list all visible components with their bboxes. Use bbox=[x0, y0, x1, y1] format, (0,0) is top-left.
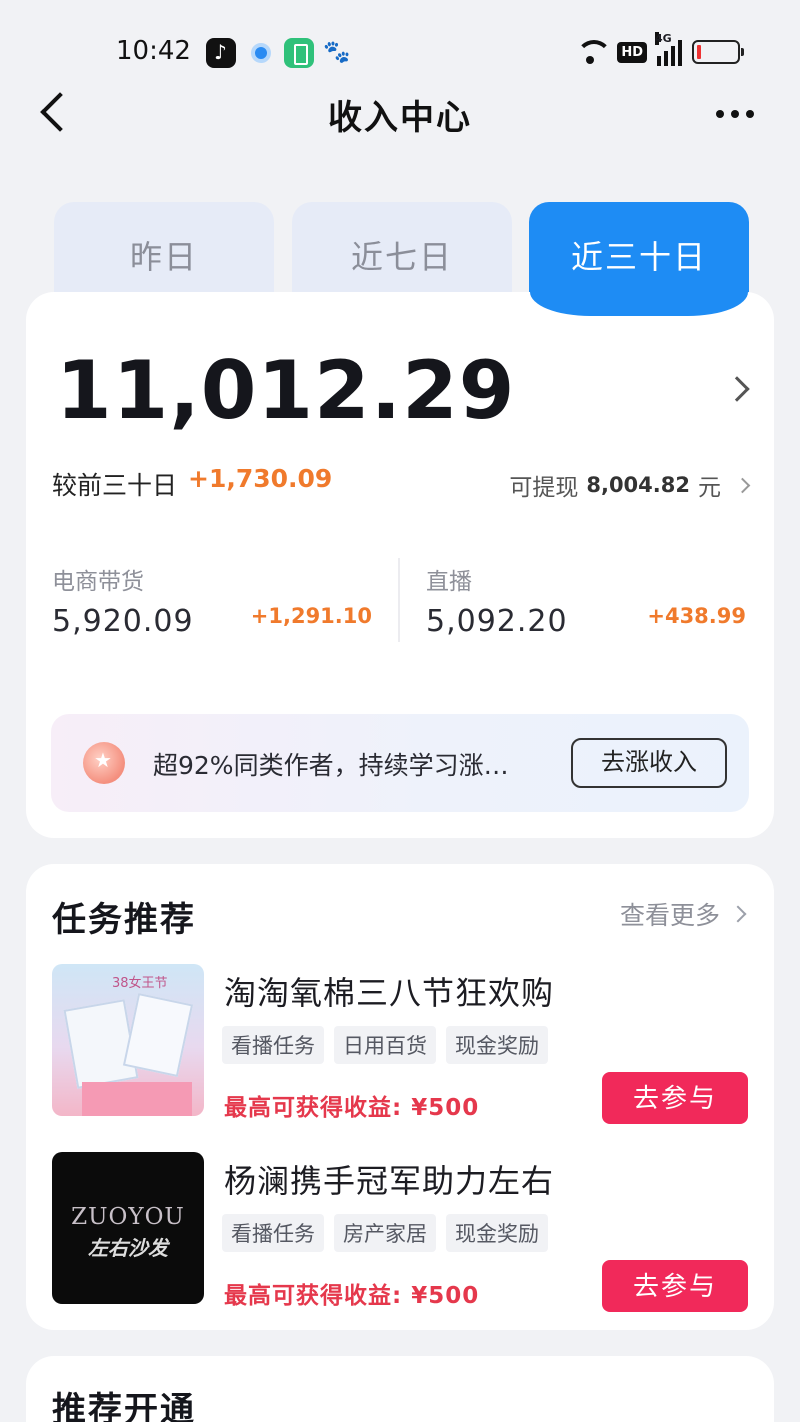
divider bbox=[398, 558, 400, 642]
section-title: 推荐开通 bbox=[52, 1390, 196, 1422]
more-dot-icon bbox=[746, 110, 754, 118]
task-title: 淘淘氧棉三八节狂欢购 bbox=[224, 974, 555, 1012]
task-thumbnail: ZUOYOU 左右沙发 bbox=[52, 1152, 204, 1304]
stat-ecommerce[interactable]: 电商带货 5,920.09 +1,291.10 bbox=[52, 562, 372, 639]
baidu-icon: 🐾 bbox=[323, 40, 351, 65]
dot-app-icon bbox=[246, 38, 276, 68]
total-earnings[interactable]: 11,012.29 bbox=[56, 344, 515, 437]
earnings-card: 11,012.29 较前三十日 +1,730.09 可提现 8,004.82 元… bbox=[26, 292, 774, 838]
chevron-right-icon bbox=[734, 477, 751, 493]
status-bar: 10:42 🐾 HD 4G bbox=[0, 0, 800, 80]
more-dot-icon bbox=[731, 110, 739, 118]
task-tag: 看播任务 bbox=[222, 1214, 324, 1252]
section-title: 任务推荐 bbox=[52, 900, 196, 940]
see-more-label: 查看更多 bbox=[619, 901, 720, 930]
wifi-icon bbox=[573, 38, 613, 66]
task-reward: 最高可获得收益: ¥500 bbox=[224, 1095, 480, 1121]
join-button[interactable]: 去参与 bbox=[602, 1260, 748, 1312]
promo-text: 超92%同类作者，持续学习涨… bbox=[153, 751, 509, 780]
tab-thirty-days-label: 近三十日 bbox=[570, 238, 707, 276]
hd-icon: HD bbox=[617, 41, 647, 63]
more-dot-icon bbox=[716, 110, 724, 118]
status-time: 10:42 bbox=[116, 36, 191, 66]
tab-active-connector bbox=[530, 292, 748, 316]
task-recommend-card: 任务推荐 查看更多 38女王节 淘淘氧棉三八节狂欢购 看播任务 日用百货 现金奖… bbox=[26, 864, 774, 1330]
see-more-link[interactable]: 查看更多 bbox=[619, 896, 747, 932]
medal-icon bbox=[83, 742, 125, 784]
task-reward: 最高可获得收益: ¥500 bbox=[224, 1283, 480, 1309]
withdraw-label: 可提现 bbox=[509, 475, 579, 501]
recommend-open-card: 推荐开通 bbox=[26, 1356, 774, 1422]
stat-label: 直播 bbox=[426, 569, 472, 595]
signal-4g-icon: 4G bbox=[655, 32, 682, 66]
thumb-brand: ZUOYOU bbox=[71, 1204, 185, 1230]
battery-icon bbox=[692, 40, 744, 64]
battery-app-icon bbox=[284, 38, 314, 68]
stat-label: 电商带货 bbox=[52, 569, 144, 595]
join-button[interactable]: 去参与 bbox=[602, 1072, 748, 1124]
chevron-right-icon bbox=[729, 905, 747, 923]
task-tags: 看播任务 日用百货 现金奖励 bbox=[222, 1026, 548, 1064]
tab-yesterday[interactable]: 昨日 bbox=[54, 202, 274, 302]
task-thumbnail: 38女王节 bbox=[52, 964, 204, 1116]
thumb-tag: 38女王节 bbox=[112, 976, 168, 991]
task-tag: 日用百货 bbox=[334, 1026, 436, 1064]
task-tag: 看播任务 bbox=[222, 1026, 324, 1064]
compare-label: 较前三十日 bbox=[52, 471, 178, 500]
compare-value: +1,730.09 bbox=[188, 464, 333, 493]
page-title: 收入中心 bbox=[328, 98, 472, 138]
task-tag: 现金奖励 bbox=[446, 1026, 548, 1064]
boost-income-button[interactable]: 去涨收入 bbox=[571, 738, 727, 788]
more-button[interactable] bbox=[716, 100, 764, 128]
task-item[interactable]: ZUOYOU 左右沙发 杨澜携手冠军助力左右 看播任务 房产家居 现金奖励 最高… bbox=[52, 1152, 748, 1312]
thumb-brand-cn: 左右沙发 bbox=[88, 1236, 168, 1260]
tab-seven-days[interactable]: 近七日 bbox=[292, 202, 512, 302]
chevron-right-icon[interactable] bbox=[724, 376, 750, 402]
task-tag: 房产家居 bbox=[334, 1214, 436, 1252]
withdraw-unit: 元 bbox=[698, 475, 721, 501]
stat-change: +438.99 bbox=[647, 604, 746, 628]
withdraw-amount: 8,004.82 bbox=[586, 473, 690, 497]
promo-banner[interactable]: 超92%同类作者，持续学习涨… 去涨收入 bbox=[51, 714, 749, 812]
tiktok-icon bbox=[206, 38, 236, 68]
stat-change: +1,291.10 bbox=[250, 604, 372, 628]
gift-box bbox=[82, 1082, 192, 1116]
task-title: 杨澜携手冠军助力左右 bbox=[224, 1162, 555, 1200]
withdrawable-link[interactable]: 可提现 8,004.82 元 bbox=[509, 468, 751, 502]
network-label: 4G bbox=[655, 32, 672, 45]
task-tag: 现金奖励 bbox=[446, 1214, 548, 1252]
stat-live[interactable]: 直播 5,092.20 +438.99 bbox=[426, 562, 746, 639]
status-icons: HD 4G bbox=[573, 32, 744, 68]
task-tags: 看播任务 房产家居 现金奖励 bbox=[222, 1214, 548, 1252]
nav-bar: 收入中心 bbox=[0, 80, 800, 144]
task-item[interactable]: 38女王节 淘淘氧棉三八节狂欢购 看播任务 日用百货 现金奖励 最高可获得收益:… bbox=[52, 964, 748, 1124]
product-pack bbox=[122, 992, 194, 1078]
